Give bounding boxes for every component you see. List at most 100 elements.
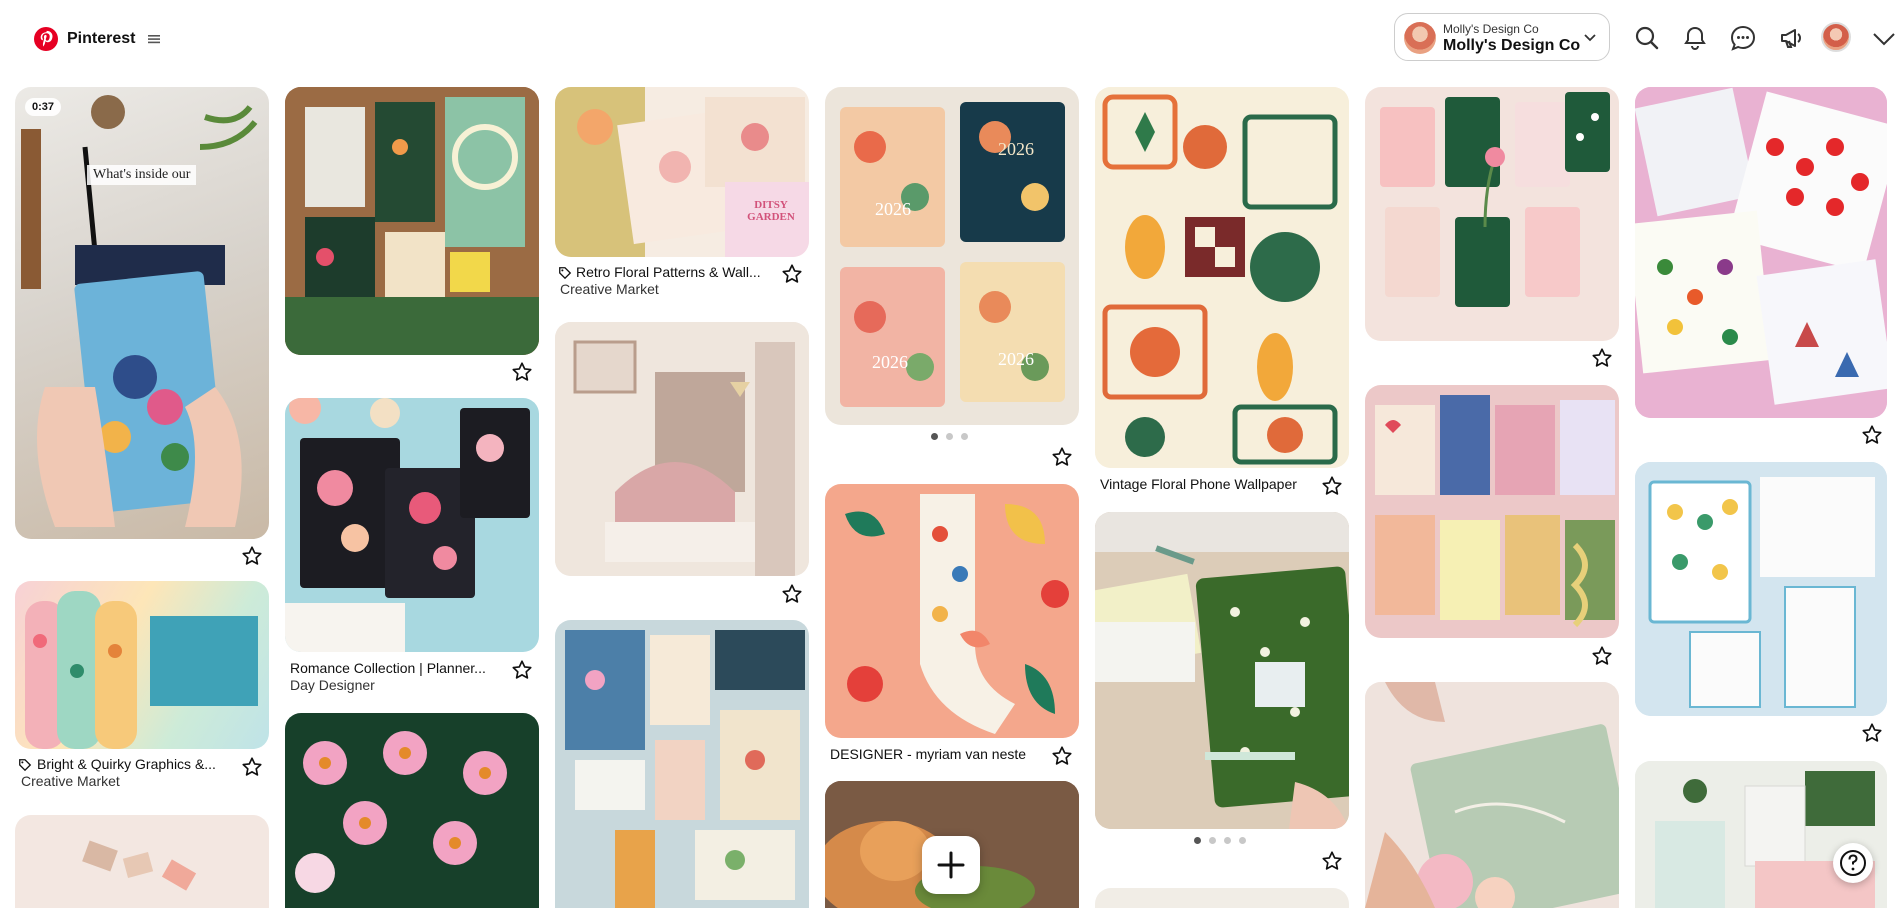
pin-image[interactable]	[1365, 682, 1619, 908]
pin-image[interactable]	[285, 713, 539, 908]
pin-card[interactable]	[555, 322, 809, 576]
pin-card[interactable]	[1365, 682, 1619, 908]
pin-subtitle[interactable]: Creative Market	[21, 773, 120, 789]
profile-avatar[interactable]	[1821, 22, 1851, 52]
pin-card[interactable]	[1365, 385, 1619, 638]
pin-card[interactable]	[1635, 87, 1887, 418]
pin-image[interactable]: 0:37 What's inside our	[15, 87, 269, 539]
save-star-icon[interactable]	[1051, 745, 1073, 767]
save-star-icon[interactable]	[1591, 645, 1613, 667]
pin-image[interactable]	[825, 484, 1079, 738]
pin-card[interactable]	[1095, 87, 1349, 468]
save-star-icon[interactable]	[511, 361, 533, 383]
pin-image[interactable]	[1635, 761, 1887, 908]
menu-icon[interactable]	[147, 32, 161, 46]
pin-image-art	[21, 95, 258, 527]
save-star-icon[interactable]	[1591, 347, 1613, 369]
carousel-dot[interactable]	[1239, 837, 1246, 844]
pin-image-art	[295, 731, 507, 893]
save-star-icon[interactable]	[1051, 446, 1073, 468]
pin-card[interactable]	[555, 620, 809, 908]
save-star-icon[interactable]	[781, 263, 803, 285]
pin-title[interactable]: Vintage Floral Phone Wallpaper	[1100, 476, 1310, 492]
pin-image[interactable]	[1365, 87, 1619, 341]
pin-image-art	[1380, 92, 1610, 307]
pin-image[interactable]	[1095, 512, 1349, 829]
pin-image[interactable]	[15, 815, 269, 908]
account-switcher[interactable]: Molly's Design Co Molly's Design Co	[1394, 13, 1610, 61]
pin-title[interactable]: DESIGNER - myriam van neste	[830, 746, 1036, 762]
pin-card[interactable]	[825, 484, 1079, 738]
help-icon	[1840, 850, 1866, 876]
pin-subtitle[interactable]: Day Designer	[290, 677, 375, 693]
pin-image[interactable]	[1365, 385, 1619, 638]
carousel-dot[interactable]	[1194, 837, 1201, 844]
pin-image[interactable]	[285, 87, 539, 355]
pin-image[interactable]	[555, 620, 809, 908]
pin-image-art	[1635, 761, 1887, 908]
carousel-dot[interactable]	[1209, 837, 1216, 844]
pin-title[interactable]: Retro Floral Patterns & Wall...	[576, 264, 764, 280]
chevron-down-icon[interactable]	[1872, 31, 1896, 47]
pin-image-art	[1375, 395, 1615, 628]
pin-image[interactable]	[1635, 87, 1887, 418]
pin-card[interactable]	[285, 713, 539, 908]
video-duration-badge: 0:37	[25, 98, 62, 116]
carousel-dot[interactable]	[946, 433, 953, 440]
save-star-icon[interactable]	[1861, 424, 1883, 446]
pin-image-text: 2026	[875, 199, 911, 219]
account-avatar	[1404, 22, 1436, 54]
pin-card[interactable]	[1635, 761, 1887, 908]
messages-icon[interactable]	[1730, 25, 1756, 51]
carousel-dot[interactable]	[1224, 837, 1231, 844]
tag-icon	[559, 267, 572, 280]
save-star-icon[interactable]	[511, 659, 533, 681]
save-star-icon[interactable]	[781, 583, 803, 605]
pin-card[interactable]	[15, 581, 269, 749]
carousel-dot[interactable]	[961, 433, 968, 440]
carousel-dots	[931, 433, 968, 440]
pin-title[interactable]: Romance Collection | Planner...	[290, 660, 496, 676]
carousel-dot[interactable]	[931, 433, 938, 440]
pin-card[interactable]	[285, 87, 539, 355]
save-star-icon[interactable]	[241, 545, 263, 567]
pin-card[interactable]	[1095, 888, 1349, 908]
pin-image-art	[1095, 512, 1349, 829]
pin-image[interactable]	[1095, 87, 1349, 468]
pin-image-art	[1095, 87, 1349, 468]
pin-image[interactable]	[15, 581, 269, 749]
pin-image[interactable]: 2026 2026 2026 2026	[825, 87, 1079, 425]
account-name: Molly's Design Co	[1443, 37, 1581, 54]
pin-image[interactable]: DITSY GARDEN	[555, 87, 809, 257]
pin-image[interactable]	[285, 398, 539, 652]
search-icon[interactable]	[1634, 25, 1660, 51]
pin-card[interactable]: 2026 2026 2026 2026	[825, 87, 1079, 425]
create-button[interactable]	[922, 836, 980, 894]
updates-icon[interactable]	[1778, 25, 1804, 51]
pin-title[interactable]: Bright & Quirky Graphics &...	[37, 756, 227, 772]
plus-icon	[937, 851, 965, 879]
pin-image[interactable]	[555, 322, 809, 576]
save-star-icon[interactable]	[241, 756, 263, 778]
pin-card[interactable]	[15, 815, 269, 908]
save-star-icon[interactable]	[1861, 722, 1883, 744]
pin-image[interactable]	[1095, 888, 1349, 908]
pin-image-art	[285, 398, 530, 652]
pin-card[interactable]	[1635, 462, 1887, 716]
pin-subtitle[interactable]: Creative Market	[560, 281, 659, 297]
top-bar: Pinterest Molly's Design Co Molly's Desi…	[0, 0, 1902, 76]
pin-card[interactable]: DITSY GARDEN	[555, 87, 809, 257]
pin-card[interactable]	[285, 398, 539, 652]
pin-card[interactable]: 0:37 What's inside our	[15, 87, 269, 539]
pin-image-text: DITSY GARDEN	[747, 199, 795, 224]
notifications-icon[interactable]	[1682, 25, 1708, 51]
pin-image[interactable]	[1635, 462, 1887, 716]
pin-card[interactable]	[1095, 512, 1349, 829]
tag-icon	[19, 759, 32, 772]
account-small-label: Molly's Design Co	[1443, 22, 1539, 36]
help-button[interactable]	[1833, 843, 1873, 883]
brand[interactable]: Pinterest	[34, 27, 161, 51]
pin-card[interactable]	[1365, 87, 1619, 341]
save-star-icon[interactable]	[1321, 475, 1343, 497]
save-star-icon[interactable]	[1321, 850, 1343, 872]
